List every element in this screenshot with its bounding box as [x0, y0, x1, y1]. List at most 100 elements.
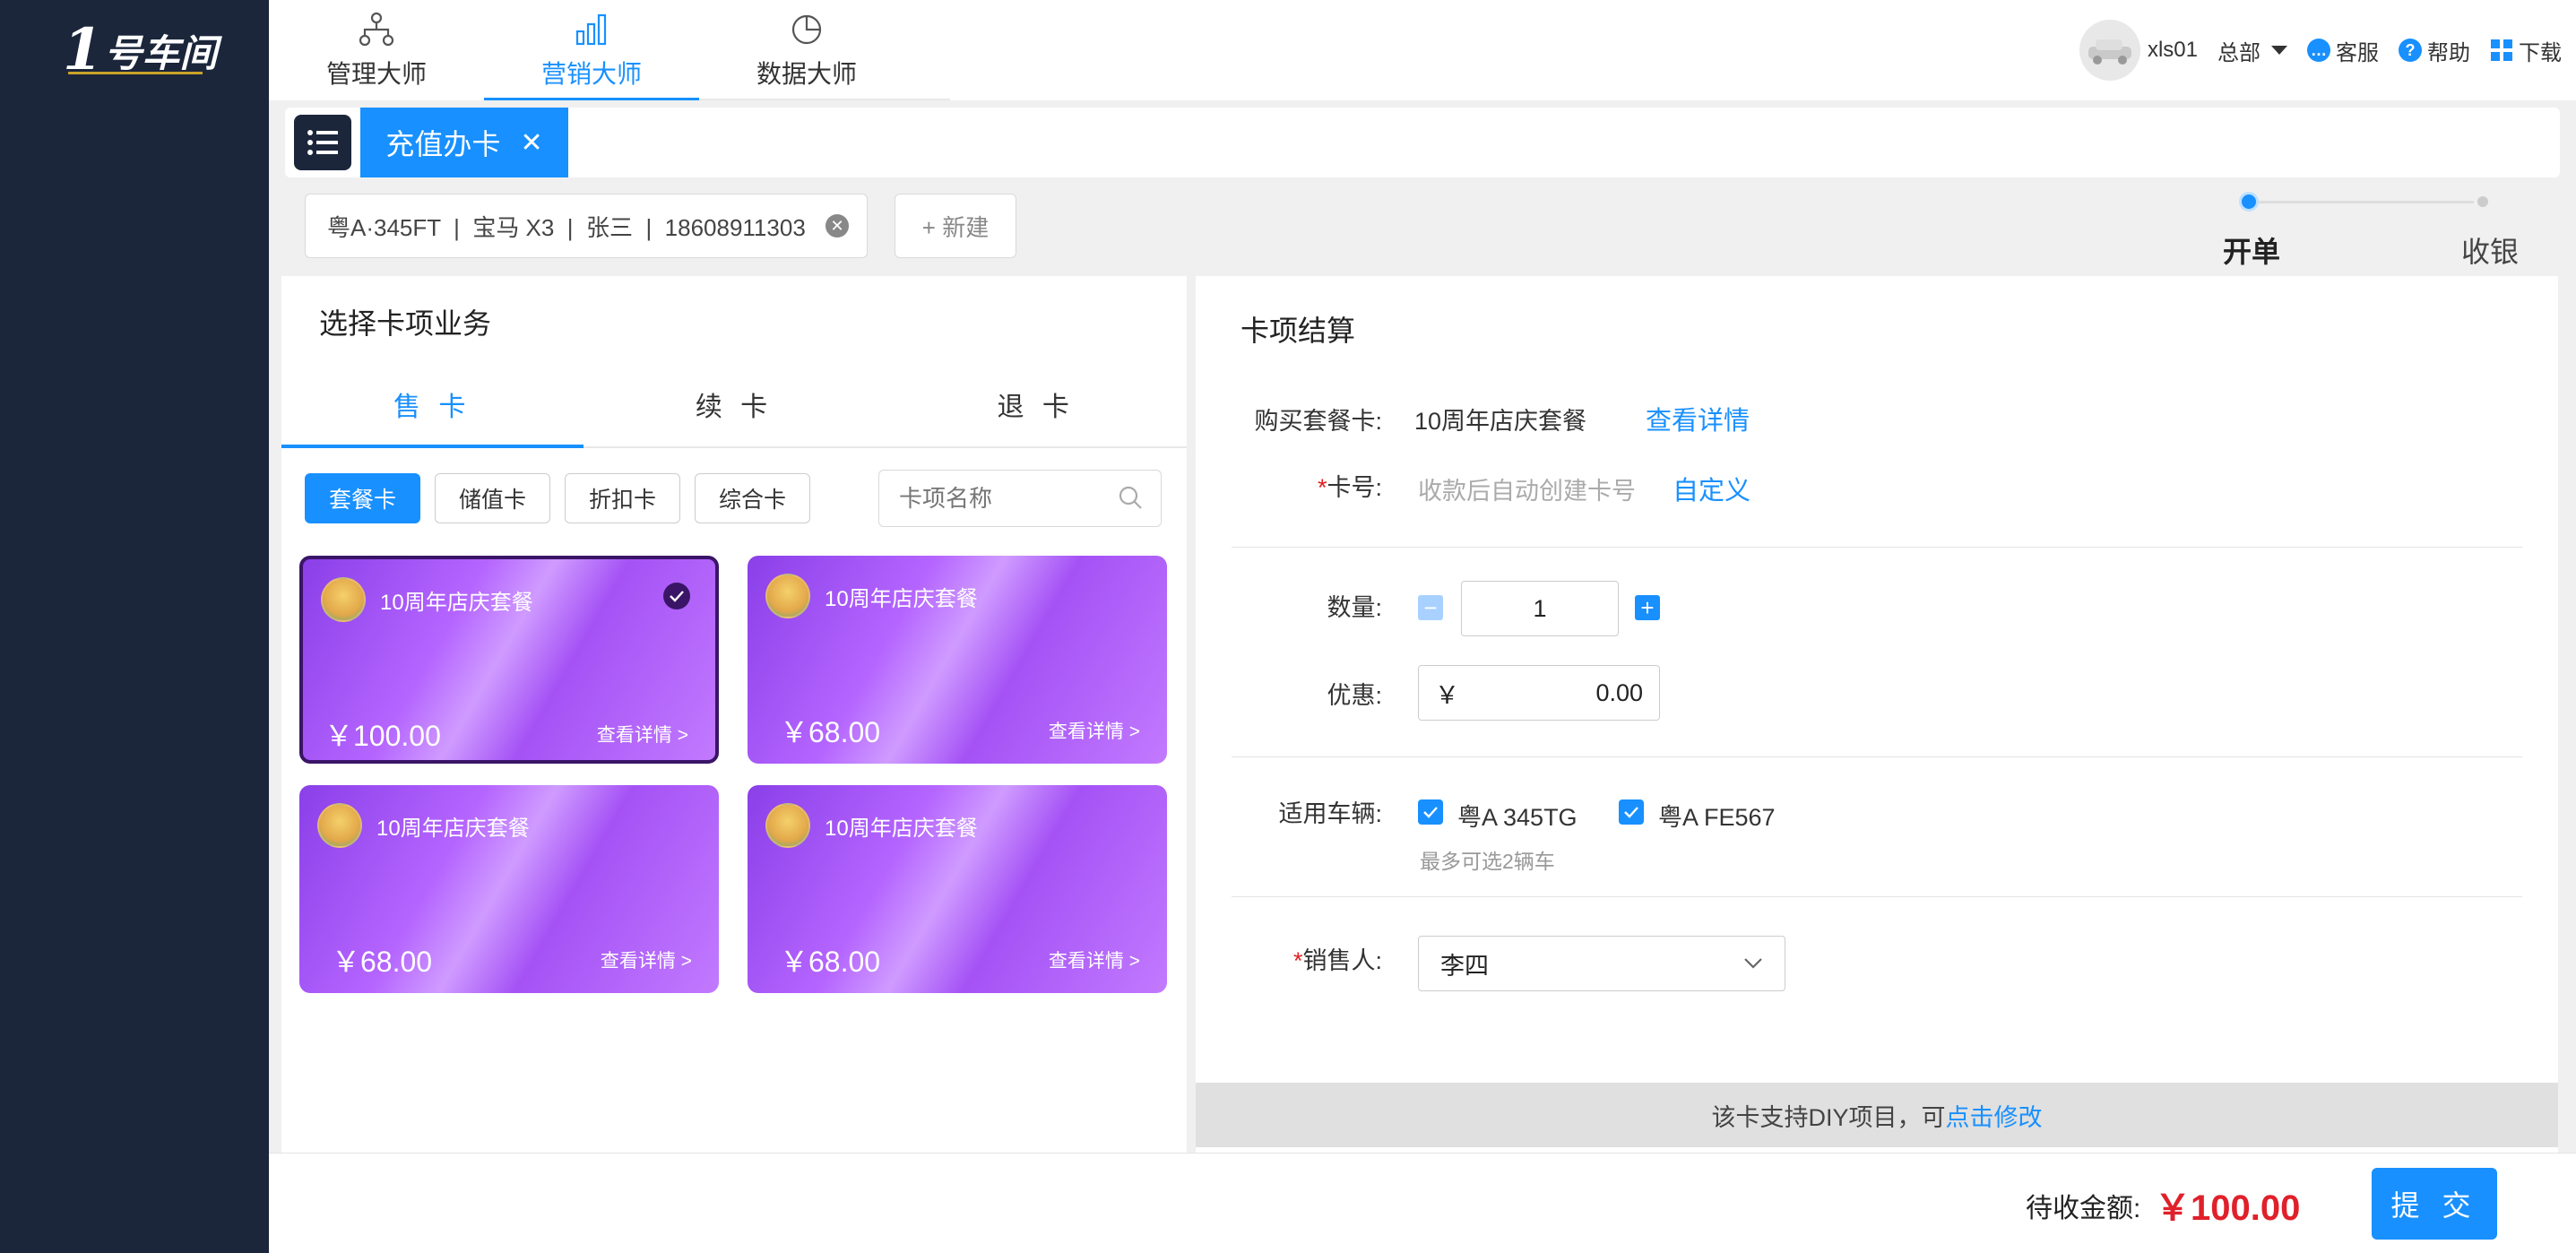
- topnav-marketing[interactable]: 营销大师: [484, 0, 699, 100]
- seller-label-text: 销售人:: [1302, 947, 1382, 974]
- topnav-management[interactable]: 管理大师: [269, 0, 484, 100]
- currency-symbol: ￥: [1435, 681, 1459, 709]
- logo-number: 1: [63, 16, 103, 83]
- customer-selector[interactable]: 粤A·345FT | 宝马 X3 | 张三 | 18608911303 ✕: [305, 194, 868, 258]
- download-label: 下载: [2519, 40, 2562, 65]
- user-avatar[interactable]: [2079, 20, 2140, 81]
- card-avatar: [765, 574, 810, 618]
- quantity-input[interactable]: [1461, 581, 1619, 636]
- filter-stored-value-card[interactable]: 储值卡: [435, 473, 551, 523]
- help-icon: ?: [2399, 39, 2422, 62]
- card-item[interactable]: 10周年店庆套餐 ￥68.00 查看详情 >: [299, 785, 719, 993]
- logo-underline: [68, 72, 203, 74]
- total-label: 待收金额:: [2026, 1194, 2141, 1223]
- card-price: ￥100.00: [324, 720, 441, 752]
- caret-down-icon: [2271, 46, 2287, 55]
- topnav-label: 营销大师: [540, 60, 642, 88]
- tab-renew-card[interactable]: 续 卡: [583, 362, 886, 446]
- card-item[interactable]: 10周年店庆套餐 ￥68.00 查看详情 >: [748, 785, 1167, 993]
- customer-service-link[interactable]: … 客服: [2307, 35, 2379, 66]
- close-icon[interactable]: ✕: [520, 127, 542, 159]
- required-mark: *: [1292, 947, 1303, 974]
- help-link[interactable]: ? 帮助: [2399, 35, 2470, 66]
- grid-icon: [2491, 39, 2512, 61]
- help-label: 帮助: [2427, 40, 2470, 65]
- check-icon: [1624, 807, 1638, 818]
- card-checkout-panel: 卡项结算 购买套餐卡: 10周年店庆套餐 查看详情 *卡号: 收款后自动创建卡号…: [1196, 276, 2558, 1153]
- step-label-checkout: 收银: [2461, 236, 2520, 268]
- divider: [1232, 547, 2522, 548]
- user-area: xls01 总部 … 客服 ? 帮助 下载: [2079, 0, 2562, 100]
- vehicle-plate: 粤A FE567: [1658, 804, 1776, 831]
- vehicle-label: 适用车辆:: [1278, 800, 1382, 827]
- decrease-button[interactable]: −: [1418, 595, 1443, 620]
- filter-package-card[interactable]: 套餐卡: [305, 473, 421, 523]
- step-line: [2250, 201, 2474, 203]
- branch-select[interactable]: 总部: [2217, 35, 2287, 66]
- branch-label: 总部: [2217, 40, 2260, 65]
- tab-recharge-card[interactable]: 充值办卡 ✕: [360, 108, 568, 177]
- topnav-label: 数据大师: [756, 60, 857, 88]
- card-detail-link[interactable]: 查看详情 >: [1049, 946, 1140, 973]
- customer-summary: 粤A·345FT | 宝马 X3 | 张三 | 18608911303: [327, 213, 806, 241]
- card-price: ￥68.00: [780, 716, 881, 748]
- card-detail-link[interactable]: 查看详情 >: [597, 721, 688, 747]
- car-icon: [2088, 39, 2131, 65]
- card-item[interactable]: 10周年店庆套餐 ￥68.00 查看详情 >: [748, 556, 1167, 764]
- filter-combo-card[interactable]: 综合卡: [695, 473, 811, 523]
- check-icon: [1423, 807, 1438, 818]
- modify-diy-link[interactable]: 点击修改: [1946, 1098, 2043, 1133]
- brand-logo[interactable]: 1 号车间: [63, 22, 218, 79]
- vehicle-checkbox[interactable]: [1418, 799, 1443, 825]
- card-type-filters: 套餐卡 储值卡 折扣卡 综合卡: [305, 473, 825, 523]
- card-title: 10周年店庆套餐: [376, 817, 530, 841]
- seller-label: *销售人:: [1196, 941, 1382, 976]
- increase-button[interactable]: +: [1635, 595, 1660, 620]
- card-price: ￥68.00: [780, 946, 881, 978]
- diy-notice-bar: 该卡支持DIY项目，可 点击修改: [1196, 1083, 2558, 1147]
- customize-card-number-link[interactable]: 自定义: [1673, 470, 1750, 507]
- tab-sell-card[interactable]: 售 卡: [281, 362, 583, 448]
- quantity-label: 数量:: [1327, 594, 1382, 621]
- chevron-down-icon: [1744, 958, 1762, 969]
- download-link[interactable]: 下载: [2490, 35, 2562, 66]
- vehicle-checkbox[interactable]: [1619, 799, 1644, 825]
- card-detail-link[interactable]: 查看详情 >: [1049, 717, 1140, 744]
- username: xls01: [2147, 38, 2198, 62]
- vehicle-hint: 最多可选2辆车: [1420, 850, 1555, 873]
- seller-select[interactable]: 李四: [1418, 936, 1785, 991]
- sidebar: 1 号车间: [0, 0, 269, 1253]
- card-title: 10周年店庆套餐: [825, 587, 978, 611]
- step-dot-active: [2239, 192, 2259, 212]
- card-detail-link[interactable]: 查看详情 >: [601, 946, 692, 973]
- total-amount: ￥100.00: [2155, 1188, 2301, 1228]
- search-icon: [1119, 486, 1142, 509]
- pie-chart-icon: [791, 14, 822, 45]
- card-item[interactable]: 10周年店庆套餐 ￥100.00 查看详情 >: [299, 556, 719, 764]
- service-label: 客服: [2336, 40, 2379, 65]
- diy-text: 该卡支持DIY项目，可: [1711, 1103, 1946, 1131]
- card-number-label: *卡号:: [1196, 468, 1382, 503]
- submit-button[interactable]: 提 交: [2372, 1168, 2497, 1240]
- required-mark: *: [1317, 474, 1327, 501]
- discount-value: 0.00: [1595, 678, 1643, 706]
- card-avatar: [765, 803, 810, 848]
- card-price: ￥68.00: [332, 946, 433, 978]
- card-title: 10周年店庆套餐: [825, 817, 978, 841]
- nav-divider: [699, 99, 950, 100]
- discount-input[interactable]: ￥ 0.00: [1418, 665, 1660, 721]
- topnav-data[interactable]: 数据大师: [699, 0, 914, 100]
- tab-refund-card[interactable]: 退 卡: [885, 362, 1187, 446]
- card-business-panel: 选择卡项业务 售 卡 续 卡 退 卡 套餐卡 储值卡 折扣卡 综合卡 10周年店…: [281, 276, 1187, 1153]
- clear-icon[interactable]: ✕: [826, 214, 849, 238]
- view-detail-link[interactable]: 查看详情: [1646, 400, 1750, 437]
- new-customer-button[interactable]: + 新建: [895, 194, 1016, 258]
- tab-label: 充值办卡: [385, 128, 501, 160]
- card-number-label-text: 卡号:: [1327, 474, 1382, 501]
- card-number-placeholder: 收款后自动创建卡号: [1418, 478, 1636, 505]
- menu-toggle-button[interactable]: [294, 115, 351, 170]
- seller-value: 李四: [1440, 952, 1489, 980]
- card-title: 10周年店庆套餐: [380, 591, 533, 615]
- card-avatar: [317, 803, 362, 848]
- filter-discount-card[interactable]: 折扣卡: [565, 473, 681, 523]
